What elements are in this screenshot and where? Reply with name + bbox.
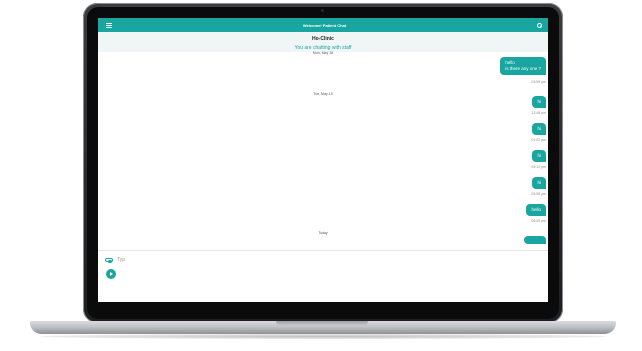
chat-status: You are chatting with staff xyxy=(294,45,352,51)
date-separator: Today xyxy=(318,231,328,235)
menu-icon[interactable] xyxy=(106,22,112,28)
message-time: 01:02 pm xyxy=(531,138,546,142)
message-bubble[interactable]: hello xyxy=(526,204,546,216)
laptop-notch xyxy=(276,321,368,326)
send-button[interactable] xyxy=(106,269,116,279)
message-time: 05:58 pm xyxy=(531,192,546,196)
date-separator: Mon, May 18 xyxy=(312,51,334,55)
message-bubble[interactable]: hi xyxy=(532,123,546,135)
attach-icon[interactable] xyxy=(105,258,113,263)
message-time: 04:12 pm xyxy=(531,165,546,169)
clinic-name: Ho-Clinic xyxy=(312,36,334,42)
message-bubble[interactable]: hello is there any one ? xyxy=(500,57,546,75)
message-text: hi xyxy=(537,126,541,131)
message-time: 06:00 pm xyxy=(531,219,546,223)
laptop-shadow xyxy=(40,334,606,339)
message-text: hi xyxy=(537,99,541,104)
send-icon xyxy=(110,272,113,276)
message-bubble[interactable]: hi xyxy=(532,150,546,162)
app-top-bar: Welcome! Patient Chat xyxy=(98,18,548,32)
chat-header: Ho-Clinic You are chatting with staff xyxy=(98,32,548,52)
app-screen: Welcome! Patient Chat Ho-Clinic You are … xyxy=(98,18,548,302)
message-time: 12:48 pm xyxy=(531,111,546,115)
message-list[interactable]: Mon, May 18 hello is there any one ? 03:… xyxy=(98,51,548,250)
app-title: Welcome! Patient Chat xyxy=(302,22,347,28)
message-text: hi xyxy=(537,180,541,185)
message-bubble-partial[interactable] xyxy=(524,236,546,244)
search-icon[interactable] xyxy=(537,22,542,28)
date-separator: Tue, May 19 xyxy=(313,92,333,96)
message-text: hello xyxy=(531,207,541,212)
message-time: 03:59 pm xyxy=(531,80,546,84)
message-composer xyxy=(98,250,548,302)
laptop-mockup: Welcome! Patient Chat Ho-Clinic You are … xyxy=(0,0,642,351)
message-text: is there any one ? xyxy=(505,66,541,71)
message-bubble[interactable]: hi xyxy=(532,177,546,189)
message-text: hi xyxy=(537,153,541,158)
message-bubble[interactable]: hi xyxy=(532,96,546,108)
webcam xyxy=(321,9,324,12)
message-input[interactable] xyxy=(117,255,417,265)
